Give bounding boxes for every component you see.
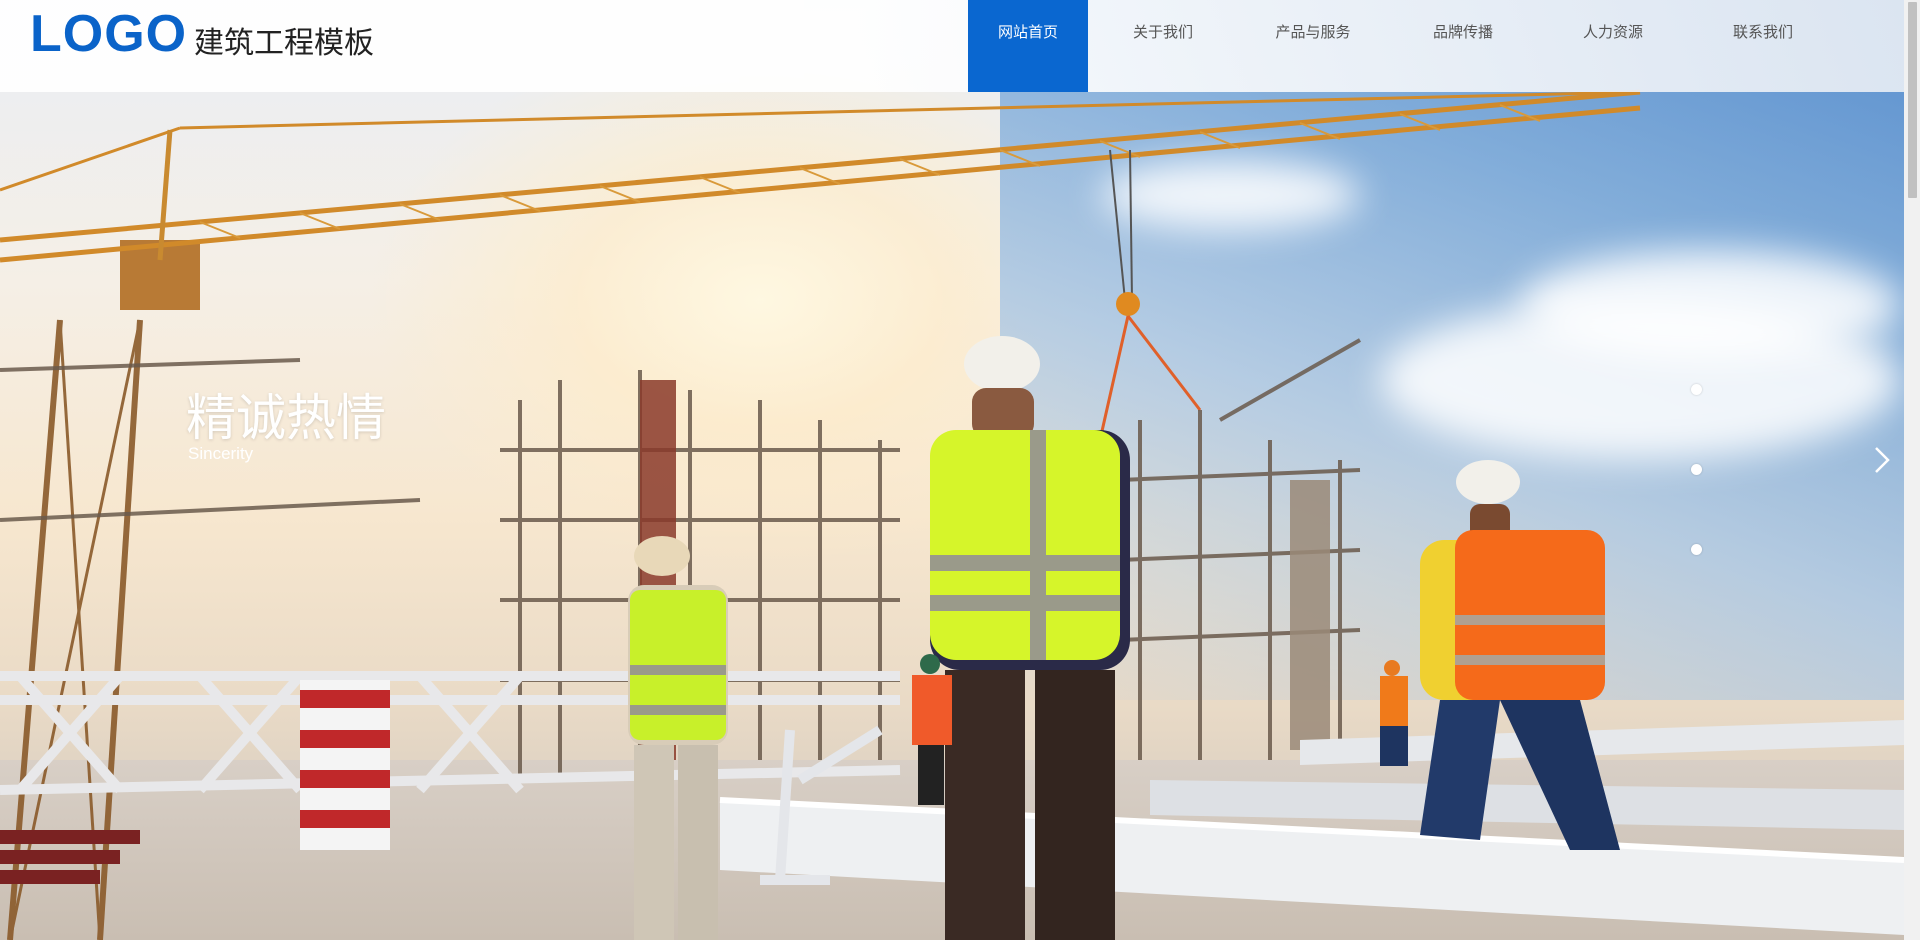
crane-hook — [1116, 292, 1140, 316]
railing — [0, 671, 901, 795]
scrollbar[interactable] — [1904, 0, 1920, 940]
hero-banner — [0, 0, 1904, 940]
site-header: LOGO 建筑工程模板 网站首页 关于我们 产品与服务 品牌传播 人力资源 联系… — [0, 0, 1904, 92]
site-name: 建筑工程模板 — [194, 26, 374, 61]
slider-dot-3[interactable] — [1691, 544, 1702, 555]
safety-barrier — [300, 680, 390, 850]
steel-beams — [0, 830, 140, 884]
crane-jib-lattice — [199, 104, 1541, 239]
nav-item-about[interactable]: 关于我们 — [1088, 0, 1238, 92]
nav-item-products[interactable]: 产品与服务 — [1238, 0, 1388, 92]
steel-pipes — [719, 720, 1904, 935]
nav-item-home[interactable]: 网站首页 — [968, 0, 1088, 92]
worker-left — [628, 536, 728, 940]
concrete-column — [1290, 480, 1330, 750]
slider-dot-2[interactable] — [1691, 464, 1702, 475]
slide-title: 精诚热情 — [186, 389, 386, 447]
construction-scene-image — [0, 89, 1904, 940]
main-nav: 网站首页 关于我们 产品与服务 品牌传播 人力资源 联系我们 — [968, 0, 1838, 92]
scrollbar-thumb[interactable] — [1908, 2, 1917, 198]
nav-item-contact[interactable]: 联系我们 — [1688, 0, 1838, 92]
slider-dot-1[interactable] — [1691, 384, 1702, 395]
slide-subtitle: Sincerity — [188, 444, 254, 463]
crane-tower — [7, 319, 143, 940]
nav-item-brand[interactable]: 品牌传播 — [1388, 0, 1538, 92]
page: LOGO 建筑工程模板 网站首页 关于我们 产品与服务 品牌传播 人力资源 联系… — [0, 0, 1920, 940]
chevron-right-icon[interactable] — [1870, 444, 1894, 476]
nav-item-hr[interactable]: 人力资源 — [1538, 0, 1688, 92]
logo[interactable]: LOGO — [30, 4, 187, 64]
